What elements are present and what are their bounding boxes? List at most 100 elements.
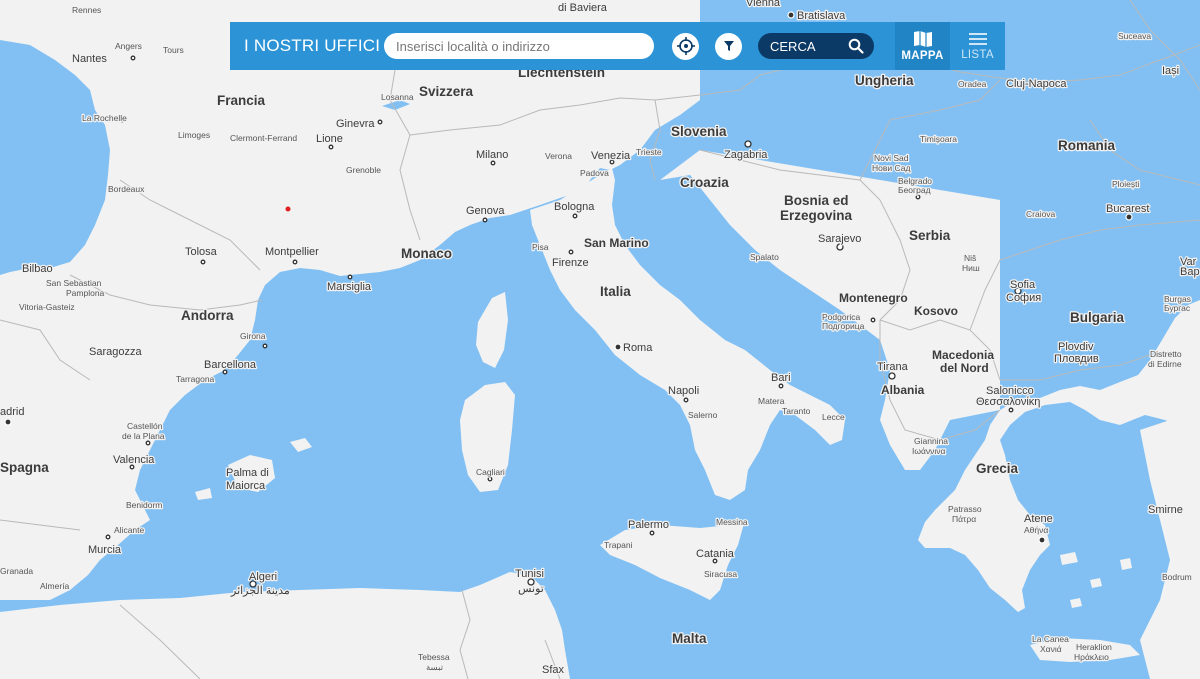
label-sarajevo: Sarajevo: [818, 233, 861, 245]
label-svizzera: Svizzera: [419, 84, 474, 99]
label-zagabria: Zagabria: [724, 149, 768, 161]
office-search-bar: I NOSTRI UFFICI CERCA MAPPA: [230, 22, 1005, 70]
label-matera: Matera: [758, 396, 785, 406]
label-lacanea-native: Χανιά: [1040, 644, 1062, 654]
search-icon: [848, 38, 864, 54]
label-tunisi-native: تونس: [518, 583, 544, 595]
label-bodrum: Bodrum: [1162, 572, 1192, 582]
label-grecia: Grecia: [976, 461, 1019, 476]
label-roma: Roma: [623, 342, 653, 354]
label-andorra: Andorra: [181, 308, 234, 323]
label-angers: Angers: [115, 41, 142, 51]
office-marker[interactable]: [285, 206, 291, 212]
label-algeri-native: مدينة الجزائر: [230, 585, 290, 597]
label-monaco: Monaco: [401, 246, 452, 261]
label-francia: Francia: [217, 93, 266, 108]
label-plovdiv: Plovdiv: [1058, 341, 1094, 353]
label-malta: Malta: [672, 631, 707, 646]
label-tarragona: Tarragona: [176, 374, 215, 384]
label-genova: Genova: [466, 205, 505, 217]
label-tebessa: Tebessa: [418, 652, 450, 662]
label-tirana: Tirana: [877, 361, 909, 373]
label-losanna: Losanna: [381, 92, 414, 102]
label-castellon-1: Castellón: [127, 421, 163, 431]
label-granada: Granada: [0, 566, 33, 576]
label-bosnia-1: Bosnia ed: [784, 193, 849, 208]
label-slovenia: Slovenia: [671, 124, 727, 139]
locate-button[interactable]: [672, 32, 699, 60]
label-croazia: Croazia: [680, 175, 729, 190]
label-pamplona: Pamplona: [66, 288, 105, 298]
label-giannina-native: Ιωάννινα: [912, 446, 946, 456]
label-tebessa-native: تبسة: [426, 662, 444, 672]
label-atene-native: Αθήνα: [1024, 525, 1048, 535]
label-rennes: Rennes: [72, 5, 101, 15]
search-input[interactable]: [384, 33, 654, 59]
label-spalato: Spalato: [750, 252, 779, 262]
label-craiova: Craiova: [1026, 209, 1056, 219]
label-bilbao: Bilbao: [22, 263, 53, 275]
label-madrid: adrid: [0, 406, 24, 418]
label-palma-1: Palma di: [226, 467, 269, 479]
cerca-button[interactable]: CERCA: [758, 33, 874, 59]
tab-mappa[interactable]: MAPPA: [895, 22, 950, 70]
label-edirne-1: Distretto: [1150, 349, 1182, 359]
label-nis: Niš: [964, 253, 976, 263]
label-grenoble: Grenoble: [346, 165, 381, 175]
label-podgorica-native: Подгорица: [822, 321, 865, 331]
label-salonicco-native: Θεσσαλονίκη: [976, 396, 1040, 408]
label-sansebastian: San Sebastian: [46, 278, 102, 288]
label-oradea: Oradea: [958, 79, 987, 89]
label-patrasso: Patrasso: [948, 504, 982, 514]
label-burgas-native: Бургас: [1164, 303, 1191, 313]
label-bucarest: Bucarest: [1106, 203, 1149, 215]
label-novisad-native: Нови Сад: [872, 163, 910, 173]
label-messina: Messina: [716, 517, 748, 527]
label-trapani: Trapani: [604, 540, 633, 550]
label-larochelle: La Rochelle: [82, 113, 127, 123]
label-benidorm: Benidorm: [126, 500, 162, 510]
label-atene: Atene: [1024, 513, 1053, 525]
label-bologna: Bologna: [554, 201, 595, 213]
label-patrasso-native: Πάτρα: [952, 514, 976, 524]
label-ploiesti: Ploiești: [1112, 179, 1140, 189]
label-catania: Catania: [696, 548, 735, 560]
label-salerno: Salerno: [688, 410, 718, 420]
map[interactable]: Francia Svizzera Liechtenstein Ungheria …: [0, 0, 1200, 679]
label-montpellier: Montpellier: [265, 246, 319, 258]
label-italia: Italia: [600, 284, 631, 299]
label-romania: Romania: [1058, 138, 1116, 153]
label-sofia: Sofia: [1010, 279, 1036, 291]
tab-lista-label: LISTA: [961, 49, 994, 61]
label-limoges: Limoges: [178, 130, 210, 140]
label-trieste: Trieste: [636, 147, 662, 157]
label-tours: Tours: [163, 45, 184, 55]
map-book-icon: [913, 31, 932, 47]
label-macedonia-2: del Nord: [940, 361, 989, 375]
label-bulgaria: Bulgaria: [1070, 310, 1125, 325]
label-cagliari: Cagliari: [476, 467, 505, 477]
label-iasi: Iași: [1162, 65, 1179, 77]
label-saragozza: Saragozza: [89, 346, 142, 358]
label-palma-2: Maiorca: [226, 480, 266, 492]
tab-lista[interactable]: LISTA: [950, 22, 1005, 70]
label-tolosa: Tolosa: [185, 246, 218, 258]
label-padova: Padova: [580, 168, 609, 178]
label-siracusa: Siracusa: [704, 569, 737, 579]
label-novisad: Novi Sad: [874, 153, 909, 163]
tab-mappa-label: MAPPA: [901, 50, 944, 62]
label-bosnia-2: Erzegovina: [780, 208, 853, 223]
label-barcellona: Barcellona: [204, 359, 257, 371]
label-napoli: Napoli: [668, 385, 699, 397]
label-lecce: Lecce: [822, 412, 845, 422]
label-firenze: Firenze: [552, 257, 589, 269]
label-nis-native: Ниш: [962, 263, 980, 273]
filter-button[interactable]: [715, 32, 742, 60]
label-spagna: Spagna: [0, 460, 49, 475]
label-smirne: Smirne: [1148, 504, 1183, 516]
label-murcia: Murcia: [88, 544, 122, 556]
label-albania: Albania: [881, 383, 925, 397]
label-suceava: Suceava: [1118, 31, 1151, 41]
label-alicante: Alicante: [114, 525, 145, 535]
label-sanmarino: San Marino: [584, 236, 649, 250]
